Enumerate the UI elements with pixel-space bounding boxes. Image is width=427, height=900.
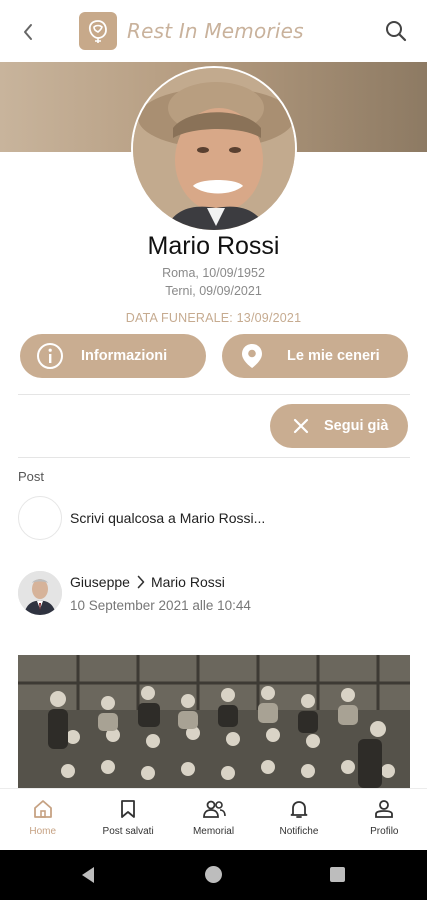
- post-image[interactable]: [18, 655, 410, 788]
- follow-button-label: Segui già: [324, 418, 389, 434]
- nav-home[interactable]: Home: [0, 789, 85, 850]
- brand-name: Rest In Memories: [127, 19, 304, 43]
- location-pin-icon: [237, 341, 267, 371]
- birth-info: Roma, 10/09/1952: [162, 266, 265, 280]
- nav-notifications-label: Notifiche: [279, 826, 319, 837]
- nav-memorial-label: Memorial: [192, 826, 235, 837]
- chevron-left-icon: [24, 24, 32, 40]
- nav-saved-posts[interactable]: Post salvati: [85, 789, 170, 850]
- post-author[interactable]: Giuseppe: [70, 574, 130, 590]
- posts-section-title: Post: [18, 469, 45, 484]
- death-info: Terni, 09/09/2021: [165, 284, 262, 298]
- back-button[interactable]: [14, 18, 42, 46]
- profile-photo: [131, 66, 297, 232]
- nav-saved-posts-label: Post salvati: [102, 826, 154, 837]
- system-home-icon[interactable]: [205, 866, 222, 883]
- rose-logo-icon: [79, 12, 117, 50]
- brand-logo: Rest In Memories: [79, 12, 304, 50]
- post-composer[interactable]: Scrivi qualcosa a Mario Rossi...: [18, 496, 410, 540]
- search-icon: [386, 21, 407, 42]
- ashes-button-label: Le mie ceneri: [287, 348, 380, 364]
- bookmark-icon: [121, 800, 136, 818]
- nav-home-label: Home: [29, 826, 57, 837]
- chevron-right-icon: [137, 575, 145, 589]
- search-button[interactable]: [383, 18, 409, 44]
- funeral-date: DATA FUNERALE: 13/09/2021: [125, 311, 302, 325]
- bottom-navigation: Home Post salvati Memorial Notifiche Pro…: [0, 788, 427, 850]
- follow-button[interactable]: Segui già: [270, 404, 408, 448]
- divider: [18, 394, 410, 395]
- info-button-label: Informazioni: [81, 348, 168, 364]
- post-author-line: Giuseppe Mario Rossi: [70, 574, 225, 590]
- avatar[interactable]: [18, 571, 62, 615]
- deceased-name: Mario Rossi: [147, 232, 280, 260]
- info-icon: [35, 341, 65, 371]
- divider: [18, 457, 410, 458]
- nav-profile-label: Profilo: [370, 826, 399, 837]
- app-bar: Rest In Memories: [0, 0, 427, 62]
- bell-icon: [290, 801, 308, 818]
- close-icon: [286, 411, 316, 441]
- ashes-button[interactable]: Le mie ceneri: [222, 334, 408, 378]
- people-icon: [202, 800, 226, 818]
- user-icon: [375, 800, 394, 818]
- composer-avatar: [18, 496, 62, 540]
- system-back-icon[interactable]: [80, 866, 96, 884]
- system-navigation-bar: [0, 850, 427, 900]
- nav-profile[interactable]: Profilo: [342, 789, 427, 850]
- post-timestamp: 10 September 2021 alle 10:44: [70, 598, 251, 613]
- nav-memorial[interactable]: Memorial: [171, 789, 256, 850]
- home-icon: [33, 800, 52, 818]
- system-recents-icon[interactable]: [330, 867, 345, 882]
- info-button[interactable]: Informazioni: [20, 334, 206, 378]
- post-recipient[interactable]: Mario Rossi: [151, 574, 225, 590]
- composer-placeholder: Scrivi qualcosa a Mario Rossi...: [70, 510, 266, 526]
- post-header: Giuseppe Mario Rossi 10 September 2021 a…: [18, 571, 410, 619]
- nav-notifications[interactable]: Notifiche: [256, 789, 341, 850]
